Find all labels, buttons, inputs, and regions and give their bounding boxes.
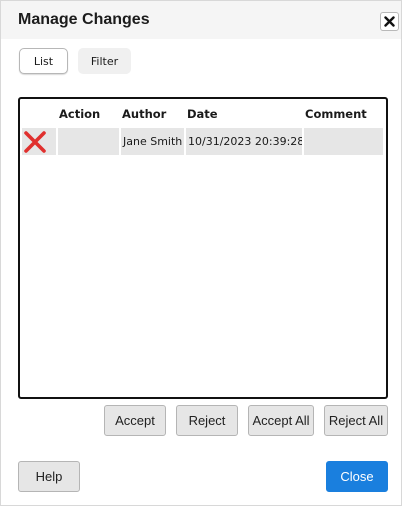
- changes-list[interactable]: Action Author Date Comment Jane Smith 10…: [18, 97, 388, 399]
- column-header-author[interactable]: Author: [122, 107, 166, 121]
- row-author-cell: Jane Smith: [121, 128, 184, 155]
- column-header-comment[interactable]: Comment: [305, 107, 367, 121]
- accept-button[interactable]: Accept: [104, 405, 166, 436]
- tab-list[interactable]: List: [19, 48, 68, 74]
- reject-all-button[interactable]: Reject All: [324, 405, 388, 436]
- row-comment-cell: [304, 128, 383, 155]
- reject-button[interactable]: Reject: [176, 405, 238, 436]
- tab-filter[interactable]: Filter: [78, 48, 131, 74]
- dialog-titlebar: Manage Changes: [1, 1, 401, 39]
- row-date-cell: 10/31/2023 20:39:28: [186, 128, 302, 155]
- help-button[interactable]: Help: [18, 461, 80, 492]
- reject-x-icon: [24, 131, 46, 153]
- column-header-date[interactable]: Date: [187, 107, 218, 121]
- manage-changes-dialog: Manage Changes List Filter Action Author…: [0, 0, 402, 506]
- dialog-title: Manage Changes: [18, 11, 150, 28]
- accept-all-button[interactable]: Accept All: [248, 405, 314, 436]
- column-header-action[interactable]: Action: [59, 107, 100, 121]
- close-x-icon[interactable]: [380, 12, 399, 31]
- close-button[interactable]: Close: [326, 461, 388, 492]
- row-action-cell: [58, 128, 119, 155]
